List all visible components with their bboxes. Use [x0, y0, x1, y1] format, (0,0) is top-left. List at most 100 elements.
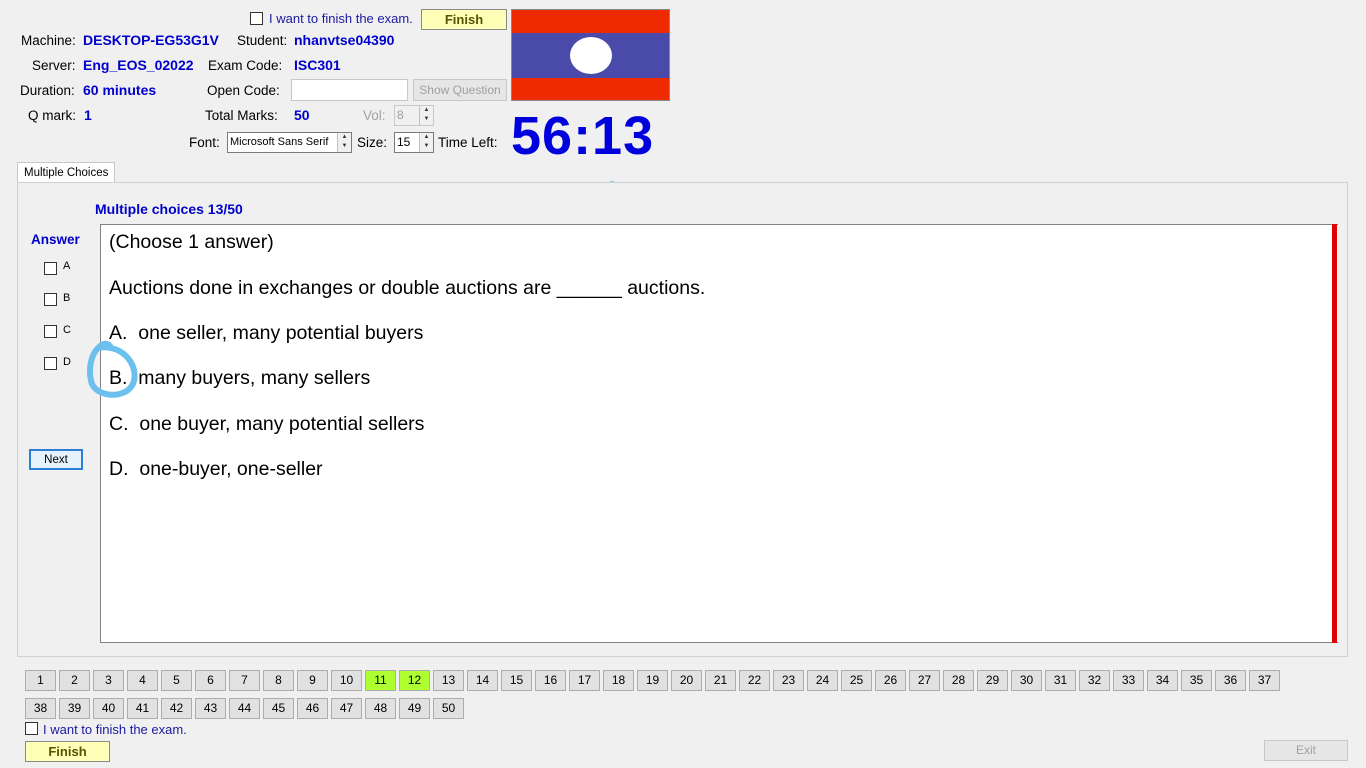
font-spinner[interactable]: Microsoft Sans Serif ▲ ▼ — [227, 132, 352, 153]
question-nav-button-10[interactable]: 10 — [331, 670, 362, 691]
question-nav-button-18[interactable]: 18 — [603, 670, 634, 691]
question-nav-button-1[interactable]: 1 — [25, 670, 56, 691]
question-nav-button-49[interactable]: 49 — [399, 698, 430, 719]
finish-checkbox-top[interactable] — [250, 12, 263, 25]
answer-c-label: C — [63, 324, 71, 336]
question-nav-button-23[interactable]: 23 — [773, 670, 804, 691]
question-nav-button-6[interactable]: 6 — [195, 670, 226, 691]
question-nav-button-40[interactable]: 40 — [93, 698, 124, 719]
question-nav-button-34[interactable]: 34 — [1147, 670, 1178, 691]
answer-d-label: D — [63, 356, 71, 368]
question-nav-button-43[interactable]: 43 — [195, 698, 226, 719]
question-nav-button-27[interactable]: 27 — [909, 670, 940, 691]
question-nav-button-4[interactable]: 4 — [127, 670, 158, 691]
server-value: Eng_EOS_02022 — [83, 57, 194, 73]
vol-spinner[interactable]: 8 ▲ ▼ — [394, 105, 434, 126]
question-nav-button-21[interactable]: 21 — [705, 670, 736, 691]
flag-bottom-stripe — [512, 78, 669, 100]
question-nav-button-17[interactable]: 17 — [569, 670, 600, 691]
vol-value: 8 — [397, 108, 404, 122]
option-a-text: one seller, many potential buyers — [138, 322, 424, 344]
option-a: A. one seller, many potential buyers — [109, 322, 423, 345]
question-nav-button-42[interactable]: 42 — [161, 698, 192, 719]
question-progress: Multiple choices 13/50 — [95, 201, 243, 217]
question-nav-button-15[interactable]: 15 — [501, 670, 532, 691]
question-nav-button-12[interactable]: 12 — [399, 670, 430, 691]
duration-value: 60 minutes — [83, 82, 157, 98]
question-nav-button-29[interactable]: 29 — [977, 670, 1008, 691]
question-nav-button-13[interactable]: 13 — [433, 670, 464, 691]
option-b-text: many buyers, many sellers — [138, 367, 371, 389]
question-nav-button-28[interactable]: 28 — [943, 670, 974, 691]
time-left-label: Time Left: — [438, 135, 498, 150]
question-nav-button-46[interactable]: 46 — [297, 698, 328, 719]
total-marks-value: 50 — [294, 107, 310, 123]
finish-checkbox-bottom[interactable] — [25, 722, 38, 735]
answer-a-label: A — [63, 260, 71, 272]
answer-b-label: B — [63, 292, 71, 304]
answer-a-checkbox[interactable] — [44, 262, 57, 275]
option-c-text: one buyer, many potential sellers — [139, 413, 425, 435]
flag-top-stripe — [512, 10, 669, 33]
laos-flag-image — [511, 9, 670, 101]
question-nav-button-25[interactable]: 25 — [841, 670, 872, 691]
font-label: Font: — [189, 135, 220, 150]
question-nav-button-5[interactable]: 5 — [161, 670, 192, 691]
answer-d-checkbox[interactable] — [44, 357, 57, 370]
question-nav-button-14[interactable]: 14 — [467, 670, 498, 691]
vol-label: Vol: — [363, 108, 386, 123]
question-nav-button-32[interactable]: 32 — [1079, 670, 1110, 691]
student-label: Student: — [237, 33, 288, 48]
question-nav-button-48[interactable]: 48 — [365, 698, 396, 719]
exit-button[interactable]: Exit — [1264, 740, 1348, 761]
question-nav-button-11[interactable]: 11 — [365, 670, 396, 691]
question-nav-button-41[interactable]: 41 — [127, 698, 158, 719]
question-nav-button-38[interactable]: 38 — [25, 698, 56, 719]
question-nav-button-24[interactable]: 24 — [807, 670, 838, 691]
question-nav-button-31[interactable]: 31 — [1045, 670, 1076, 691]
question-nav-button-20[interactable]: 20 — [671, 670, 702, 691]
size-spinner[interactable]: 15 ▲ ▼ — [394, 132, 434, 153]
question-nav-button-33[interactable]: 33 — [1113, 670, 1144, 691]
question-nav-button-47[interactable]: 47 — [331, 698, 362, 719]
open-code-label: Open Code: — [207, 83, 280, 98]
option-d-text: one-buyer, one-seller — [139, 458, 323, 480]
size-spinner-arrows[interactable]: ▲ ▼ — [419, 133, 433, 152]
question-nav-button-19[interactable]: 19 — [637, 670, 668, 691]
question-nav-button-22[interactable]: 22 — [739, 670, 770, 691]
vol-spinner-arrows[interactable]: ▲ ▼ — [419, 106, 433, 125]
question-nav-button-45[interactable]: 45 — [263, 698, 294, 719]
next-button[interactable]: Next — [29, 449, 83, 470]
question-nav-button-9[interactable]: 9 — [297, 670, 328, 691]
question-nav-button-30[interactable]: 30 — [1011, 670, 1042, 691]
exam-code-value: ISC301 — [294, 57, 341, 73]
question-text: Auctions done in exchanges or double auc… — [109, 277, 706, 299]
question-nav-button-50[interactable]: 50 — [433, 698, 464, 719]
question-nav-button-37[interactable]: 37 — [1249, 670, 1280, 691]
exam-code-label: Exam Code: — [208, 58, 283, 73]
question-nav-button-26[interactable]: 26 — [875, 670, 906, 691]
question-instruction: (Choose 1 answer) — [109, 231, 274, 253]
question-nav-button-39[interactable]: 39 — [59, 698, 90, 719]
option-d: D. one-buyer, one-seller — [109, 458, 323, 481]
answer-b-checkbox[interactable] — [44, 293, 57, 306]
show-question-button[interactable]: Show Question — [413, 79, 507, 101]
question-nav-button-7[interactable]: 7 — [229, 670, 260, 691]
question-scrollbar-marker — [1332, 224, 1337, 643]
font-spinner-arrows[interactable]: ▲ ▼ — [337, 133, 351, 152]
question-nav-button-16[interactable]: 16 — [535, 670, 566, 691]
tab-multiple-choices[interactable]: Multiple Choices — [17, 162, 116, 183]
question-nav-button-8[interactable]: 8 — [263, 670, 294, 691]
student-value: nhanvtse04390 — [294, 32, 395, 48]
question-nav-button-35[interactable]: 35 — [1181, 670, 1212, 691]
question-nav-button-44[interactable]: 44 — [229, 698, 260, 719]
option-c-letter: C. — [109, 413, 129, 435]
finish-button-bottom[interactable]: Finish — [25, 741, 110, 762]
option-c: C. one buyer, many potential sellers — [109, 413, 424, 436]
open-code-input[interactable] — [291, 79, 408, 101]
answer-c-checkbox[interactable] — [44, 325, 57, 338]
finish-button-top[interactable]: Finish — [421, 9, 507, 30]
question-nav-button-3[interactable]: 3 — [93, 670, 124, 691]
question-nav-button-36[interactable]: 36 — [1215, 670, 1246, 691]
question-nav-button-2[interactable]: 2 — [59, 670, 90, 691]
